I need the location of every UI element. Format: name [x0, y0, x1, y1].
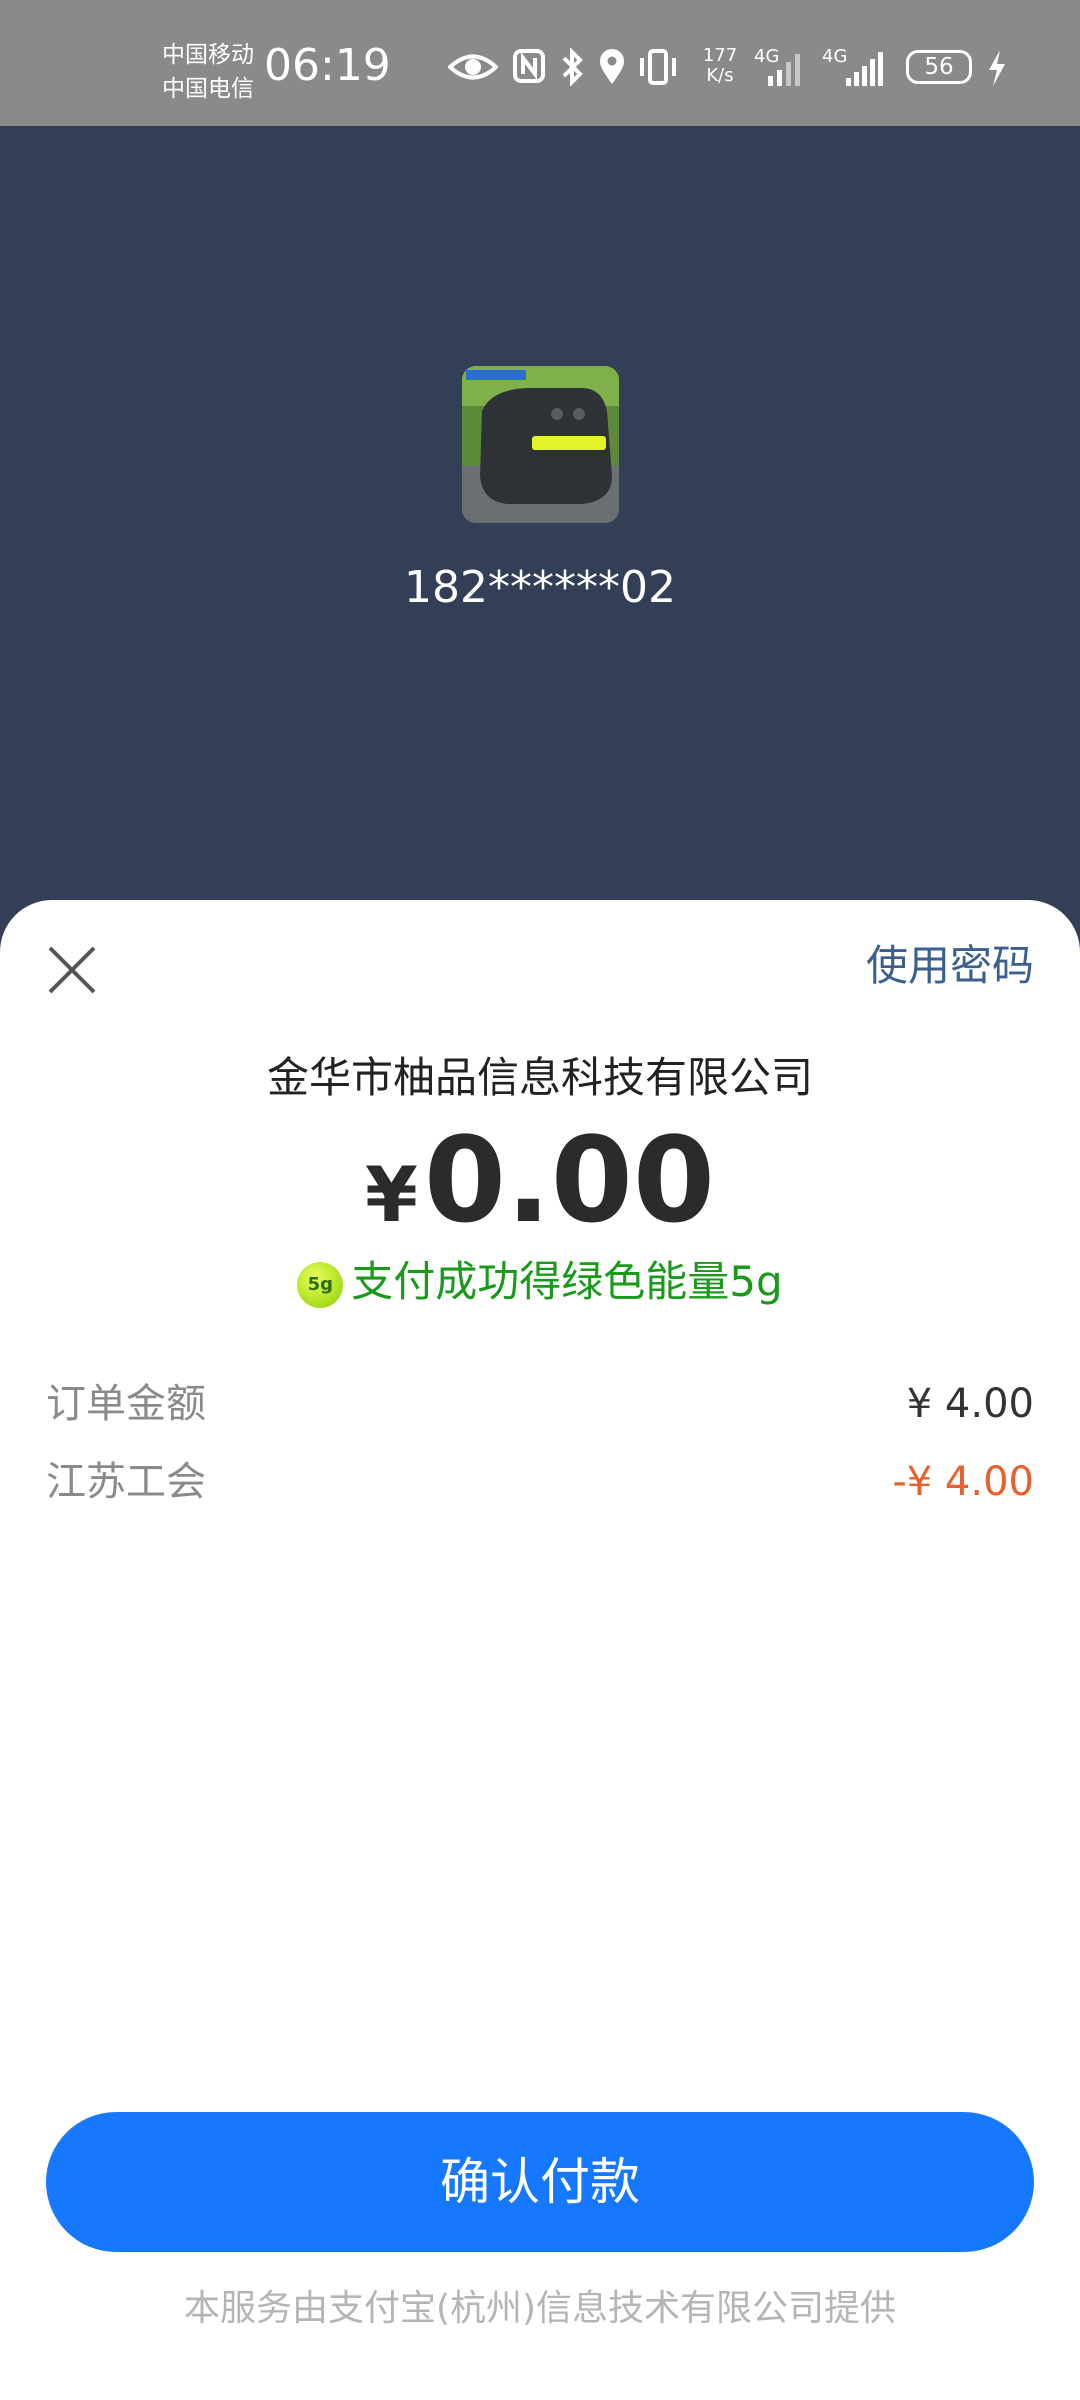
- product-image: [462, 366, 619, 523]
- location-icon: [600, 49, 624, 84]
- network-speed: 177 K/s: [700, 46, 740, 86]
- close-icon[interactable]: [42, 940, 102, 1000]
- signal-2: 4G: [822, 48, 892, 88]
- green-energy-reward: 5g 支付成功得绿色能量5g: [0, 1252, 1080, 1312]
- speed-unit: K/s: [706, 65, 734, 86]
- discount-label: 江苏工会: [46, 1459, 206, 1505]
- payment-sheet: 使用密码 金华市柚品信息科技有限公司 ¥0.00 5g 支付成功得绿色能量5g 订…: [0, 900, 1080, 2400]
- energy-text: 支付成功得绿色能量5g: [351, 1257, 783, 1306]
- clock: 06:19: [264, 40, 391, 91]
- carrier-info: 中国移动 中国电信: [162, 38, 254, 106]
- vibrate-icon: [640, 49, 676, 85]
- carrier-2: 中国电信: [162, 76, 254, 102]
- signal-icon: [846, 52, 883, 86]
- order-amount-value: ¥ 4.00: [906, 1381, 1034, 1427]
- discount-row: 江苏工会 -¥ 4.00: [46, 1452, 1034, 1512]
- battery-icon: 56: [906, 50, 972, 84]
- signal-icon: [768, 54, 800, 86]
- discount-value: -¥ 4.00: [892, 1459, 1034, 1505]
- energy-badge-icon: 5g: [297, 1261, 344, 1308]
- status-bar: 中国移动 中国电信 06:19 177 K/s 4G 4G 56: [0, 0, 1080, 126]
- confirm-payment-button[interactable]: 确认付款: [46, 2112, 1034, 2252]
- payment-page: 中国移动 中国电信 06:19 177 K/s 4G 4G 56 182****…: [0, 0, 1080, 2400]
- currency-symbol: ¥: [364, 1150, 418, 1239]
- amount-value: 0.00: [423, 1111, 716, 1249]
- speed-value: 177: [702, 45, 738, 66]
- signal-1: 4G: [754, 48, 814, 88]
- nfc-icon: [513, 49, 545, 83]
- charging-icon: [989, 50, 1005, 86]
- account-number: 182******02: [404, 562, 676, 613]
- order-amount-row: 订单金额 ¥ 4.00: [46, 1374, 1034, 1434]
- merchant-name: 金华市柚品信息科技有限公司: [266, 1053, 813, 1102]
- eye-icon: [448, 54, 498, 80]
- merchant-avatar: [462, 366, 619, 523]
- carrier-1: 中国移动: [162, 42, 254, 68]
- use-password-link[interactable]: 使用密码: [866, 936, 1034, 996]
- bluetooth-icon: [562, 48, 583, 86]
- service-provider-note: 本服务由支付宝(杭州)信息技术有限公司提供: [183, 2288, 897, 2329]
- order-amount-label: 订单金额: [46, 1381, 206, 1427]
